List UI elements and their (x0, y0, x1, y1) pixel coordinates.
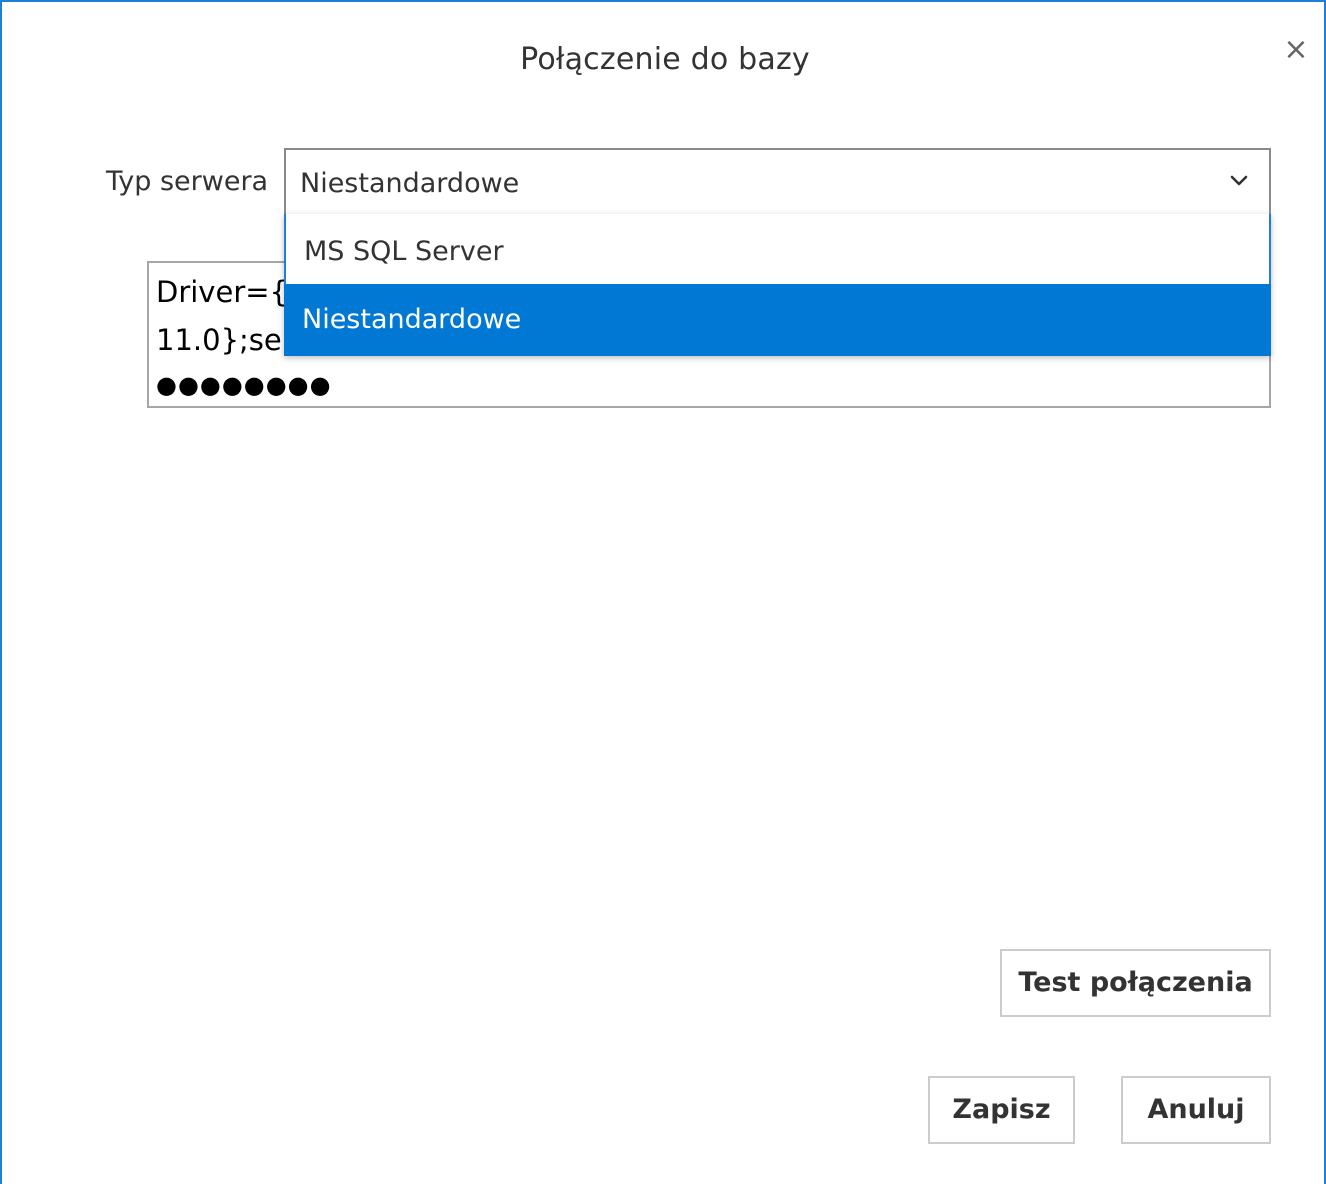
server-type-select[interactable]: Niestandardowe (284, 148, 1271, 216)
test-connection-button[interactable]: Test połączenia (1000, 949, 1271, 1017)
server-type-selected-value: Niestandardowe (300, 168, 520, 199)
connection-string-line-1: Driver={ (156, 275, 288, 309)
dropdown-option-niestandardowe[interactable]: Niestandardowe (284, 284, 1271, 356)
save-button[interactable]: Zapisz (928, 1076, 1075, 1144)
chevron-down-icon (1230, 175, 1248, 186)
connection-string-line-2: 11.0};ser (156, 323, 294, 357)
connection-string-password-mask: ●●●●●●●● (156, 371, 332, 399)
server-type-dropdown-list: MS SQL Server Niestandardowe (284, 214, 1271, 356)
cancel-button[interactable]: Anuluj (1121, 1076, 1271, 1144)
connection-dialog: Połączenie do bazy × Typ serwera Niestan… (0, 0, 1326, 1184)
dropdown-option-ms-sql-server[interactable]: MS SQL Server (284, 214, 1271, 286)
close-icon[interactable]: × (1278, 32, 1314, 68)
server-type-label: Typ serwera (106, 166, 269, 197)
dialog-title: Połączenie do bazy (520, 42, 810, 77)
